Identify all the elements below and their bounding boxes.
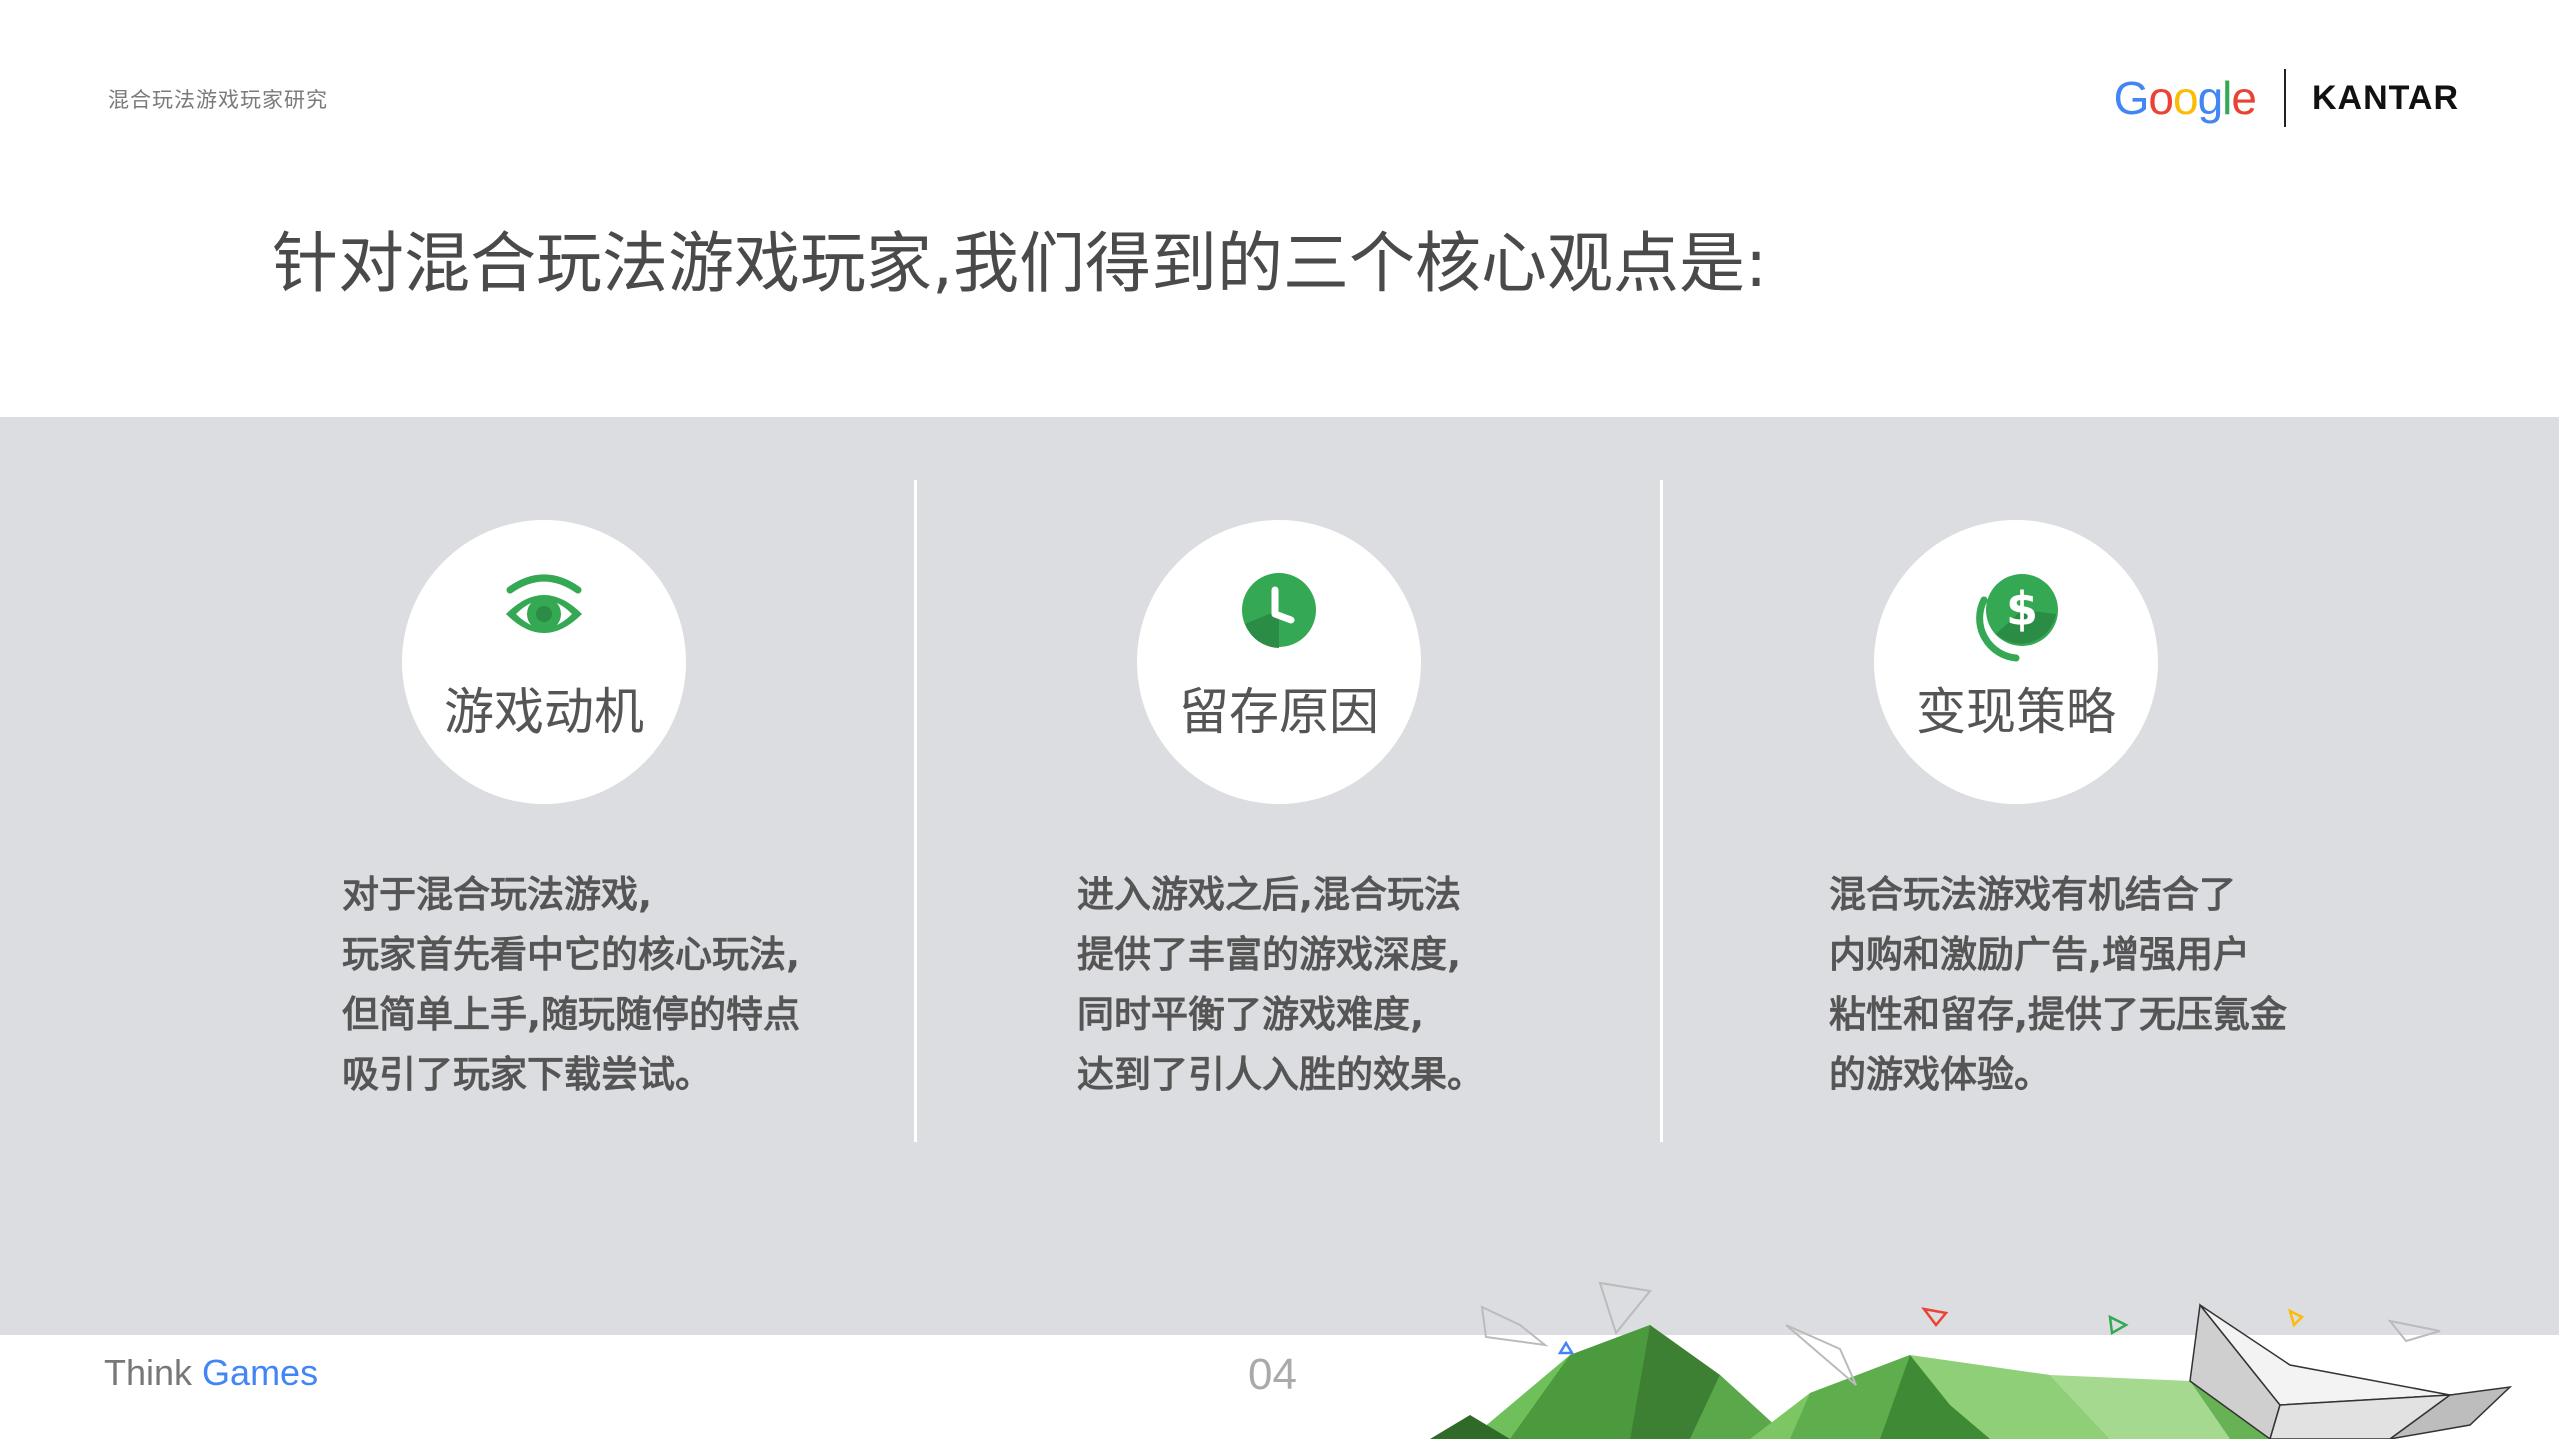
insight-badge: 留存原因 [1137,520,1421,804]
insight-badge: $ 变现策略 [1874,520,2158,804]
insight-label: 游戏动机 [444,683,644,741]
insight-description: 进入游戏之后,混合玩法 提供了丰富的游戏深度, 同时平衡了游戏难度, 达到了引人… [1077,873,1484,1096]
eye-icon [506,574,582,633]
footer-brand: Think Games [104,1352,319,1393]
kantar-logo: KANTAR [2311,78,2459,117]
insight-description: 对于混合玩法游戏, 玩家首先看中它的核心玩法, 但简单上手,随玩随停的特点 吸引… [342,873,801,1096]
insight-description: 混合玩法游戏有机结合了 内购和激励广告,增强用户 粘性和留存,提供了无压氪金 的… [1829,873,2288,1096]
insight-label: 留存原因 [1179,683,1379,741]
low-poly-decoration [1430,1281,2513,1439]
brand-logos: Google KANTAR [2114,66,2459,130]
column-divider [1660,480,1663,1142]
google-logo: Google [2113,72,2257,124]
column-divider [914,480,917,1142]
page-title: 针对混合玩法游戏玩家,我们得到的三个核心观点是: [272,225,1768,302]
clock-icon [1242,573,1316,648]
svg-text:$: $ [2006,582,2038,636]
dollar-coin-icon: $ [1976,574,2058,662]
page-number: 04 [1248,1350,1297,1399]
insight-badge: 游戏动机 [402,520,686,804]
header-subtitle: 混合玩法游戏玩家研究 [108,88,328,112]
logo-divider [2283,69,2286,127]
insight-label: 变现策略 [1916,683,2116,741]
